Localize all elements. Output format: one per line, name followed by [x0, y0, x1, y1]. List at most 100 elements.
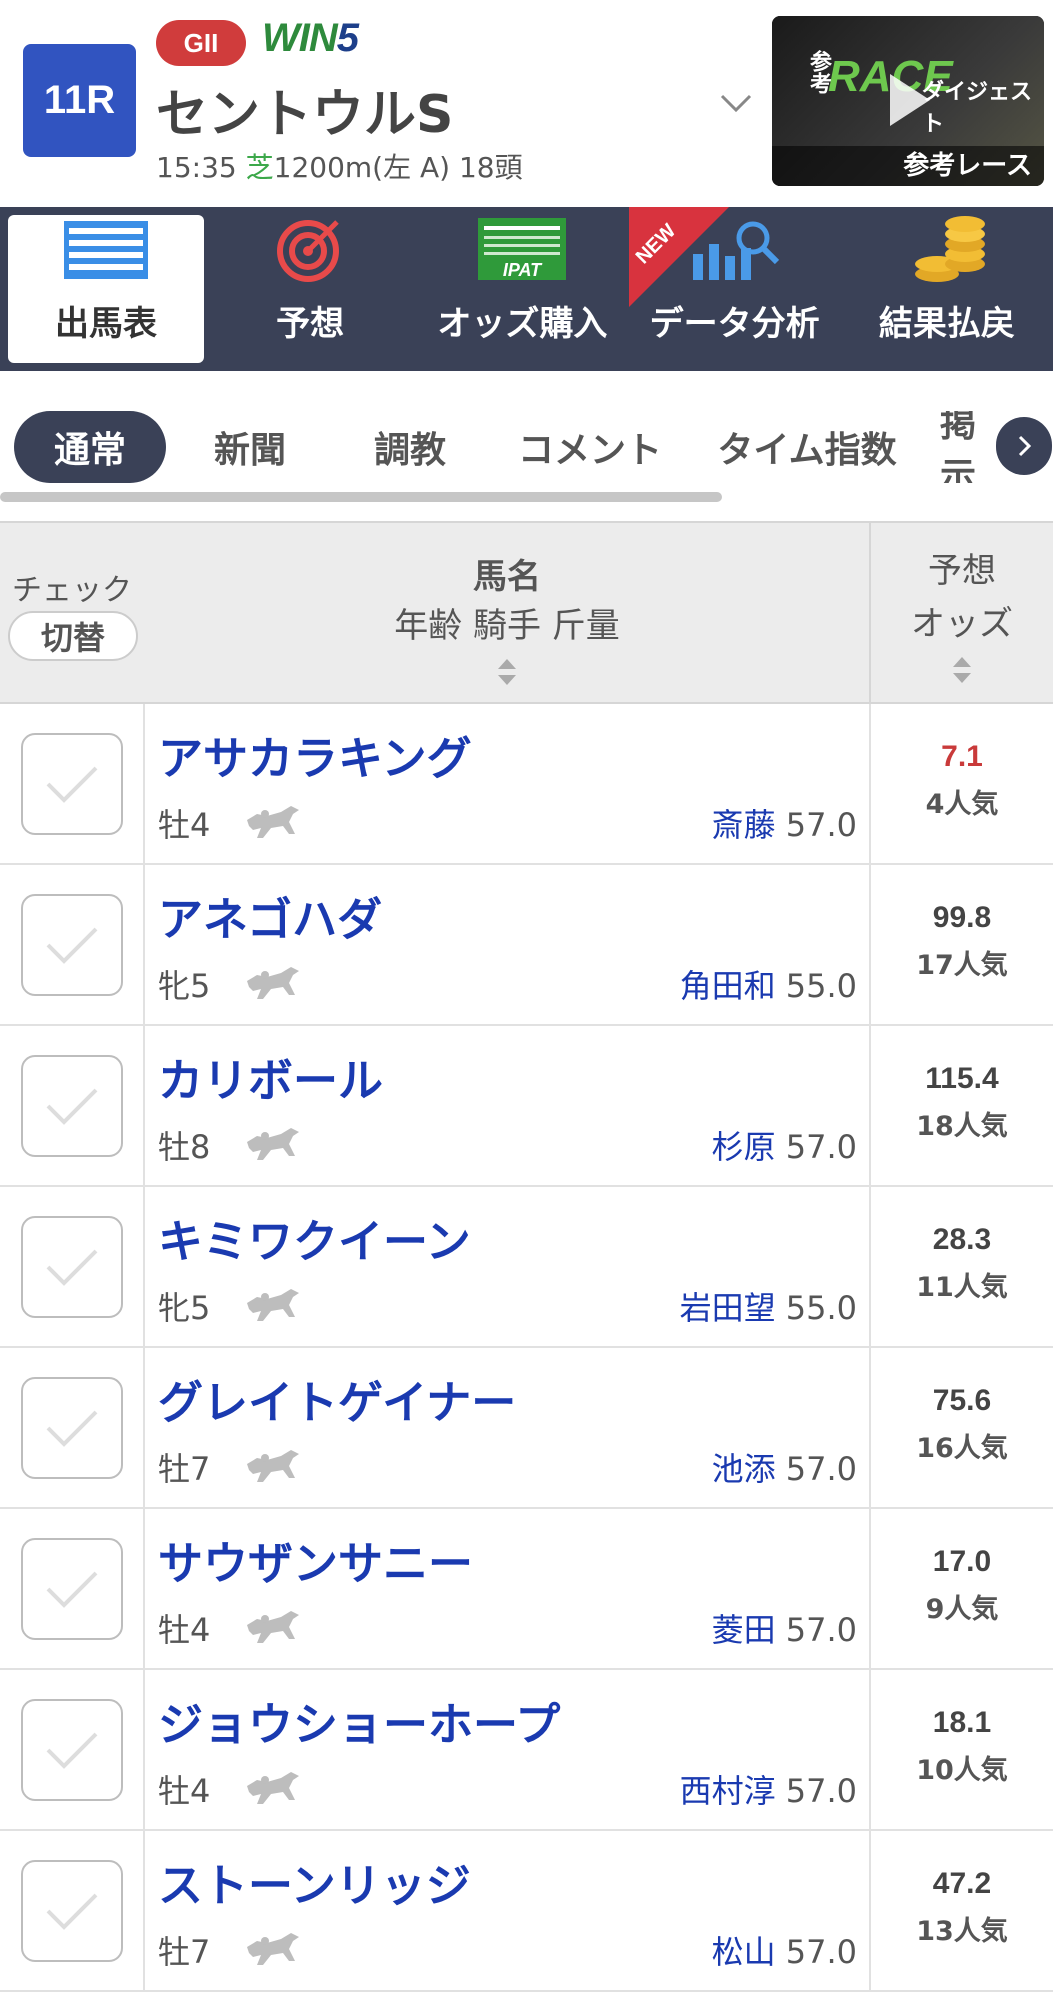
horse-name-link[interactable]: ジョウショーホープ: [158, 1688, 560, 1753]
tab-training[interactable]: 調教: [350, 411, 470, 483]
header-name-col[interactable]: 馬名 年齢 騎手 斤量: [145, 523, 869, 702]
horse-checkbox[interactable]: [21, 894, 123, 996]
tab-scroll-right-button[interactable]: [996, 417, 1052, 475]
tab-newspaper[interactable]: 新聞: [190, 411, 310, 483]
jockey-weight: 西村淳 57.0: [680, 1766, 857, 1812]
tab-normal[interactable]: 通常: [14, 411, 166, 483]
name-cell: アネゴハダ 牝5 角田和 55.0: [145, 865, 869, 1024]
header-odds-col[interactable]: 予想 オッズ: [869, 523, 1053, 702]
checkmark-icon: [46, 1571, 98, 1608]
horse-checkbox[interactable]: [21, 1055, 123, 1157]
jockey-link[interactable]: 角田和: [680, 967, 776, 1005]
horse-name-link[interactable]: アサカラキング: [158, 722, 472, 787]
race-time: 15:35: [156, 151, 237, 184]
weight: 55.0: [785, 1289, 857, 1327]
table-row: アサカラキング 牡4 斎藤 57.0 7.1 4人気: [0, 704, 1053, 865]
sex-age: 牝5: [158, 967, 211, 1005]
jockey-link[interactable]: 斎藤: [712, 806, 776, 844]
jockey-link[interactable]: 池添: [712, 1450, 776, 1488]
jockey-link[interactable]: 西村淳: [680, 1772, 776, 1810]
table-row: カリボール 牡8 杉原 57.0 115.4 18人気: [0, 1026, 1053, 1187]
table-row: サウザンサニー 牡4 菱田 57.0 17.0 9人気: [0, 1509, 1053, 1670]
popularity: 18人気: [916, 1111, 1008, 1142]
horse-checkbox[interactable]: [21, 733, 123, 835]
view-tabs: 通常 新聞 調教 コメント タイム指数 掲示: [0, 371, 1053, 521]
horse-checkbox[interactable]: [21, 1860, 123, 1962]
sex-age: 牝5: [158, 1289, 211, 1327]
horse-icon: [247, 967, 299, 999]
horse-icon: [247, 1611, 299, 1643]
popularity: 17人気: [916, 950, 1008, 981]
odds-cell: 7.1 4人気: [869, 704, 1053, 863]
new-badge: NEW: [628, 207, 729, 307]
name-cell: サウザンサニー 牡4 菱田 57.0: [145, 1509, 869, 1668]
sort-icon[interactable]: [496, 657, 518, 687]
jockey-link[interactable]: 菱田: [712, 1611, 776, 1649]
weight: 57.0: [785, 1128, 857, 1166]
win5-logo-number: 5: [336, 16, 359, 60]
nav-entry-table[interactable]: 出馬表: [8, 215, 204, 363]
horse-name-link[interactable]: グレイトゲイナー: [158, 1366, 516, 1431]
odds-header-line1: 予想: [928, 551, 996, 591]
odds-cell: 28.3 11人気: [869, 1187, 1053, 1346]
chevron-right-icon: [1018, 435, 1032, 457]
nav-prediction[interactable]: 予想: [204, 207, 416, 371]
check-cell: [0, 1026, 145, 1185]
horse-checkbox[interactable]: [21, 1699, 123, 1801]
weight: 57.0: [785, 1933, 857, 1971]
horse-name-link[interactable]: アネゴハダ: [158, 883, 382, 948]
check-cell: [0, 1348, 145, 1507]
age-jockey-weight-header: 年齢 騎手 斤量: [394, 606, 620, 646]
tab-time-index[interactable]: タイム指数: [702, 411, 912, 483]
win5-logo: WIN5: [262, 16, 359, 61]
nav-data-analysis[interactable]: NEW データ分析: [628, 207, 841, 371]
entry-table-icon: [58, 215, 154, 284]
table-row: グレイトゲイナー 牡7 池添 57.0 75.6 16人気: [0, 1348, 1053, 1509]
nav-results-payout[interactable]: 結果払戻: [841, 207, 1053, 371]
tab-scrollbar[interactable]: [0, 492, 722, 502]
reference-race-video[interactable]: 参考 RACE ダイジェスト 参考レース: [772, 16, 1044, 186]
sort-icon[interactable]: [951, 655, 973, 685]
sex-age: 牡7: [158, 1450, 211, 1488]
horse-name-link[interactable]: ストーンリッジ: [158, 1849, 471, 1914]
coins-icon: [899, 214, 995, 284]
checkmark-icon: [46, 1410, 98, 1447]
horse-checkbox[interactable]: [21, 1538, 123, 1640]
nav-label: オッズ購入: [437, 304, 608, 344]
jockey-link[interactable]: 松山: [712, 1933, 776, 1971]
tab-comment[interactable]: コメント: [500, 411, 680, 483]
horse-name-link[interactable]: カリボール: [158, 1044, 383, 1109]
jockey-link[interactable]: 岩田望: [680, 1289, 776, 1327]
check-cell: [0, 1509, 145, 1668]
horse-checkbox[interactable]: [21, 1216, 123, 1318]
horse-icon: [247, 1772, 299, 1804]
horse-name-link[interactable]: キミワクイーン: [158, 1205, 471, 1270]
play-icon: [890, 74, 930, 126]
check-toggle-button[interactable]: 切替: [8, 611, 138, 661]
popularity: 11人気: [916, 1272, 1008, 1303]
nav-label: 結果払戻: [878, 304, 1015, 344]
checkmark-icon: [46, 766, 98, 803]
odds-cell: 18.1 10人気: [869, 1670, 1053, 1829]
main-nav: 出馬表 予想 IPAT オッズ購入 NEW データ分析 結果払戻: [0, 207, 1053, 371]
chevron-down-icon[interactable]: [718, 84, 754, 120]
table-row: アネゴハダ 牝5 角田和 55.0 99.8 17人気: [0, 865, 1053, 1026]
jockey-link[interactable]: 杉原: [712, 1128, 776, 1166]
odds-value: 75.6: [932, 1384, 992, 1417]
check-cell: [0, 704, 145, 863]
weight: 55.0: [785, 967, 857, 1005]
jockey-weight: 菱田 57.0: [712, 1605, 857, 1651]
horse-icon: [247, 1933, 299, 1965]
horse-checkbox[interactable]: [21, 1377, 123, 1479]
odds-value: 7.1: [941, 740, 983, 773]
horse-icon: [247, 1128, 299, 1160]
popularity: 10人気: [916, 1755, 1008, 1786]
jockey-weight: 杉原 57.0: [712, 1122, 857, 1168]
win5-logo-text: WIN: [262, 16, 338, 60]
nav-odds-purchase[interactable]: IPAT オッズ購入: [416, 207, 628, 371]
horse-name-link[interactable]: サウザンサニー: [158, 1527, 473, 1592]
checkmark-icon: [46, 1893, 98, 1930]
race-number-badge: 11R: [23, 44, 136, 157]
name-cell: ストーンリッジ 牡7 松山 57.0: [145, 1831, 869, 1990]
tab-board[interactable]: 掲示: [940, 411, 1000, 483]
